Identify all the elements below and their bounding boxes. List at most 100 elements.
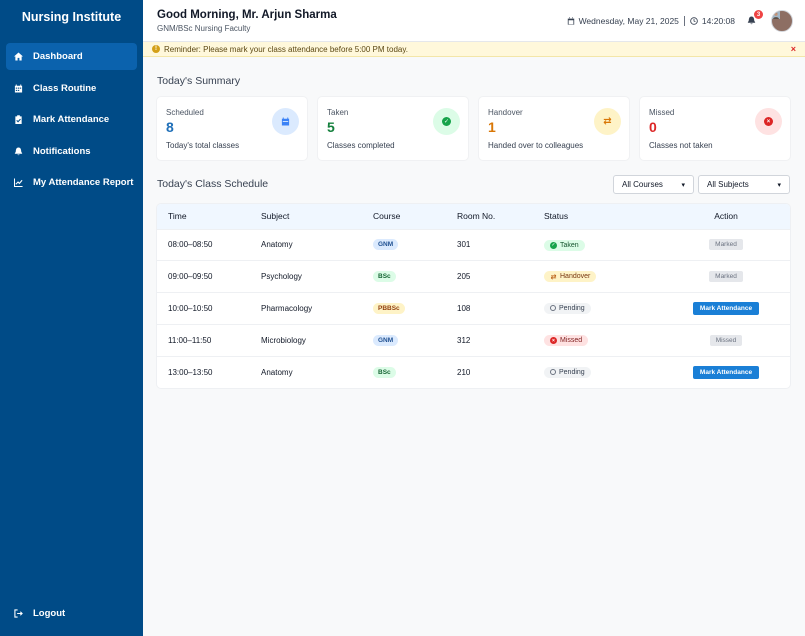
card-value: 5	[327, 119, 335, 135]
column-header-time: Time	[168, 211, 187, 222]
column-header-subject: Subject	[261, 211, 290, 222]
sidebar-item-label: Class Routine	[33, 82, 97, 94]
card-description: Handed over to colleagues	[488, 141, 584, 150]
x-circle-icon: ×	[755, 108, 782, 135]
mark-attendance-button[interactable]: Mark Attendance	[692, 301, 760, 315]
missed-button: Missed	[709, 334, 743, 346]
current-time: 14:20:08	[701, 16, 735, 26]
column-header-room: Room No.	[457, 211, 496, 222]
sidebar-item-label: Notifications	[33, 145, 91, 157]
subject-filter-value: All Subjects	[707, 180, 749, 189]
top-header: Good Morning, Mr. Arjun Sharma GNM/BSc N…	[143, 0, 805, 42]
sidebar: Nursing Institute Dashboard Class Routin…	[0, 0, 143, 636]
status-label: Pending	[559, 304, 585, 312]
sidebar-item-class-routine[interactable]: Class Routine	[6, 75, 137, 102]
summary-cards: Scheduled 8 Today's total classes Taken …	[157, 97, 790, 160]
card-description: Classes not taken	[649, 141, 713, 150]
column-header-course: Course	[373, 211, 401, 222]
cell-room: 210	[457, 367, 471, 377]
reminder-text: Reminder: Please mark your class attenda…	[164, 44, 408, 54]
cell-subject: Microbiology	[261, 335, 306, 345]
marked-button: Marked	[709, 271, 743, 283]
cell-time: 13:00–13:50	[168, 367, 213, 377]
calendar-icon	[272, 108, 299, 135]
chart-line-icon	[14, 178, 23, 188]
chevron-down-icon: ▾	[777, 181, 781, 189]
cell-subject: Psychology	[261, 272, 302, 282]
cell-room: 301	[457, 240, 471, 250]
marked-button: Marked	[709, 239, 743, 251]
cell-time: 10:00–10:50	[168, 303, 213, 313]
check-circle-icon: ✓	[433, 108, 460, 135]
card-value: 8	[166, 119, 174, 135]
card-value: 1	[488, 119, 496, 135]
cell-room: 205	[457, 272, 471, 282]
sidebar-item-dashboard[interactable]: Dashboard	[6, 43, 137, 70]
home-icon	[14, 52, 23, 61]
status-badge: Pending	[544, 366, 591, 378]
reminder-banner: ! Reminder: Please mark your class atten…	[143, 42, 805, 57]
card-description: Classes completed	[327, 141, 395, 150]
course-badge: GNM	[373, 239, 399, 251]
summary-card-handover: Handover 1 Handed over to colleagues ⇄	[479, 97, 629, 160]
cell-room: 108	[457, 303, 471, 313]
card-label: Scheduled	[166, 108, 204, 117]
clock-icon	[550, 369, 556, 376]
check-icon: ✓	[550, 241, 557, 249]
table-row: 09:00–09:50 Psychology BSc 205 ⇄ Handover…	[157, 260, 790, 293]
column-header-action: Action	[714, 211, 738, 222]
course-filter-value: All Courses	[622, 180, 663, 189]
table-row: 11:00–11:50 Microbiology GNM 312 × Missed…	[157, 324, 790, 356]
notifications-button[interactable]: 3	[747, 10, 763, 26]
clock-icon	[550, 305, 556, 312]
table-row: 10:00–10:50 Pharmacology PBBSc 108 Pendi…	[157, 292, 790, 325]
mark-attendance-button[interactable]: Mark Attendance	[692, 365, 760, 379]
course-badge: BSc	[373, 271, 396, 283]
user-photo-icon	[772, 11, 780, 19]
swap-icon: ⇄	[594, 108, 621, 135]
column-header-status: Status	[544, 211, 569, 222]
divider	[683, 16, 685, 26]
schedule-title: Today's Class Schedule	[157, 178, 269, 190]
card-description: Today's total classes	[166, 141, 240, 150]
cell-room: 312	[457, 335, 471, 345]
greeting-title: Good Morning, Mr. Arjun Sharma	[157, 9, 337, 21]
status-label: Pending	[559, 368, 585, 376]
schedule-table: Time Subject Course Room No. Status Acti…	[157, 204, 790, 388]
status-badge: Pending	[544, 302, 591, 314]
status-badge: × Missed	[544, 335, 589, 347]
cell-time: 08:00–08:50	[168, 240, 213, 250]
status-label: Taken	[560, 241, 579, 249]
summary-card-taken: Taken 5 Classes completed ✓	[318, 97, 468, 160]
summary-title: Today's Summary	[157, 75, 241, 87]
schedule-filters: All Courses ▾ All Subjects ▾	[613, 175, 790, 194]
sidebar-item-mark-attendance[interactable]: Mark Attendance	[6, 106, 137, 133]
info-icon: !	[152, 45, 160, 53]
cell-time: 09:00–09:50	[168, 272, 213, 282]
subject-filter-select[interactable]: All Subjects ▾	[698, 175, 790, 194]
cell-time: 11:00–11:50	[168, 335, 212, 345]
logout-button[interactable]: Logout	[6, 600, 137, 627]
status-label: Missed	[560, 337, 583, 345]
sidebar-item-label: My Attendance Report	[33, 177, 134, 189]
table-row: 08:00–08:50 Anatomy GNM 301 ✓ Taken Marke…	[157, 229, 790, 261]
course-filter-select[interactable]: All Courses ▾	[613, 175, 694, 194]
logout-label: Logout	[33, 608, 66, 619]
avatar[interactable]	[771, 10, 793, 32]
sidebar-item-my-attendance-report[interactable]: My Attendance Report	[6, 169, 137, 196]
table-row: 13:00–13:50 Anatomy BSc 210 Pending Mark…	[157, 356, 790, 388]
close-icon[interactable]: ×	[791, 44, 796, 54]
faculty-subtitle: GNM/BSc Nursing Faculty	[157, 24, 251, 33]
card-label: Handover	[488, 108, 523, 117]
course-badge: BSc	[373, 366, 396, 378]
course-badge: PBBSc	[373, 302, 405, 314]
card-label: Missed	[649, 108, 675, 117]
sidebar-item-notifications[interactable]: Notifications	[6, 138, 137, 165]
sidebar-item-label: Dashboard	[33, 51, 83, 62]
table-header-row: Time Subject Course Room No. Status Acti…	[157, 204, 790, 229]
chevron-down-icon: ▾	[681, 181, 685, 189]
x-circle-icon: ×	[550, 337, 557, 345]
calendar-icon	[567, 17, 574, 25]
cell-subject: Anatomy	[261, 367, 293, 377]
card-label: Taken	[327, 108, 349, 117]
